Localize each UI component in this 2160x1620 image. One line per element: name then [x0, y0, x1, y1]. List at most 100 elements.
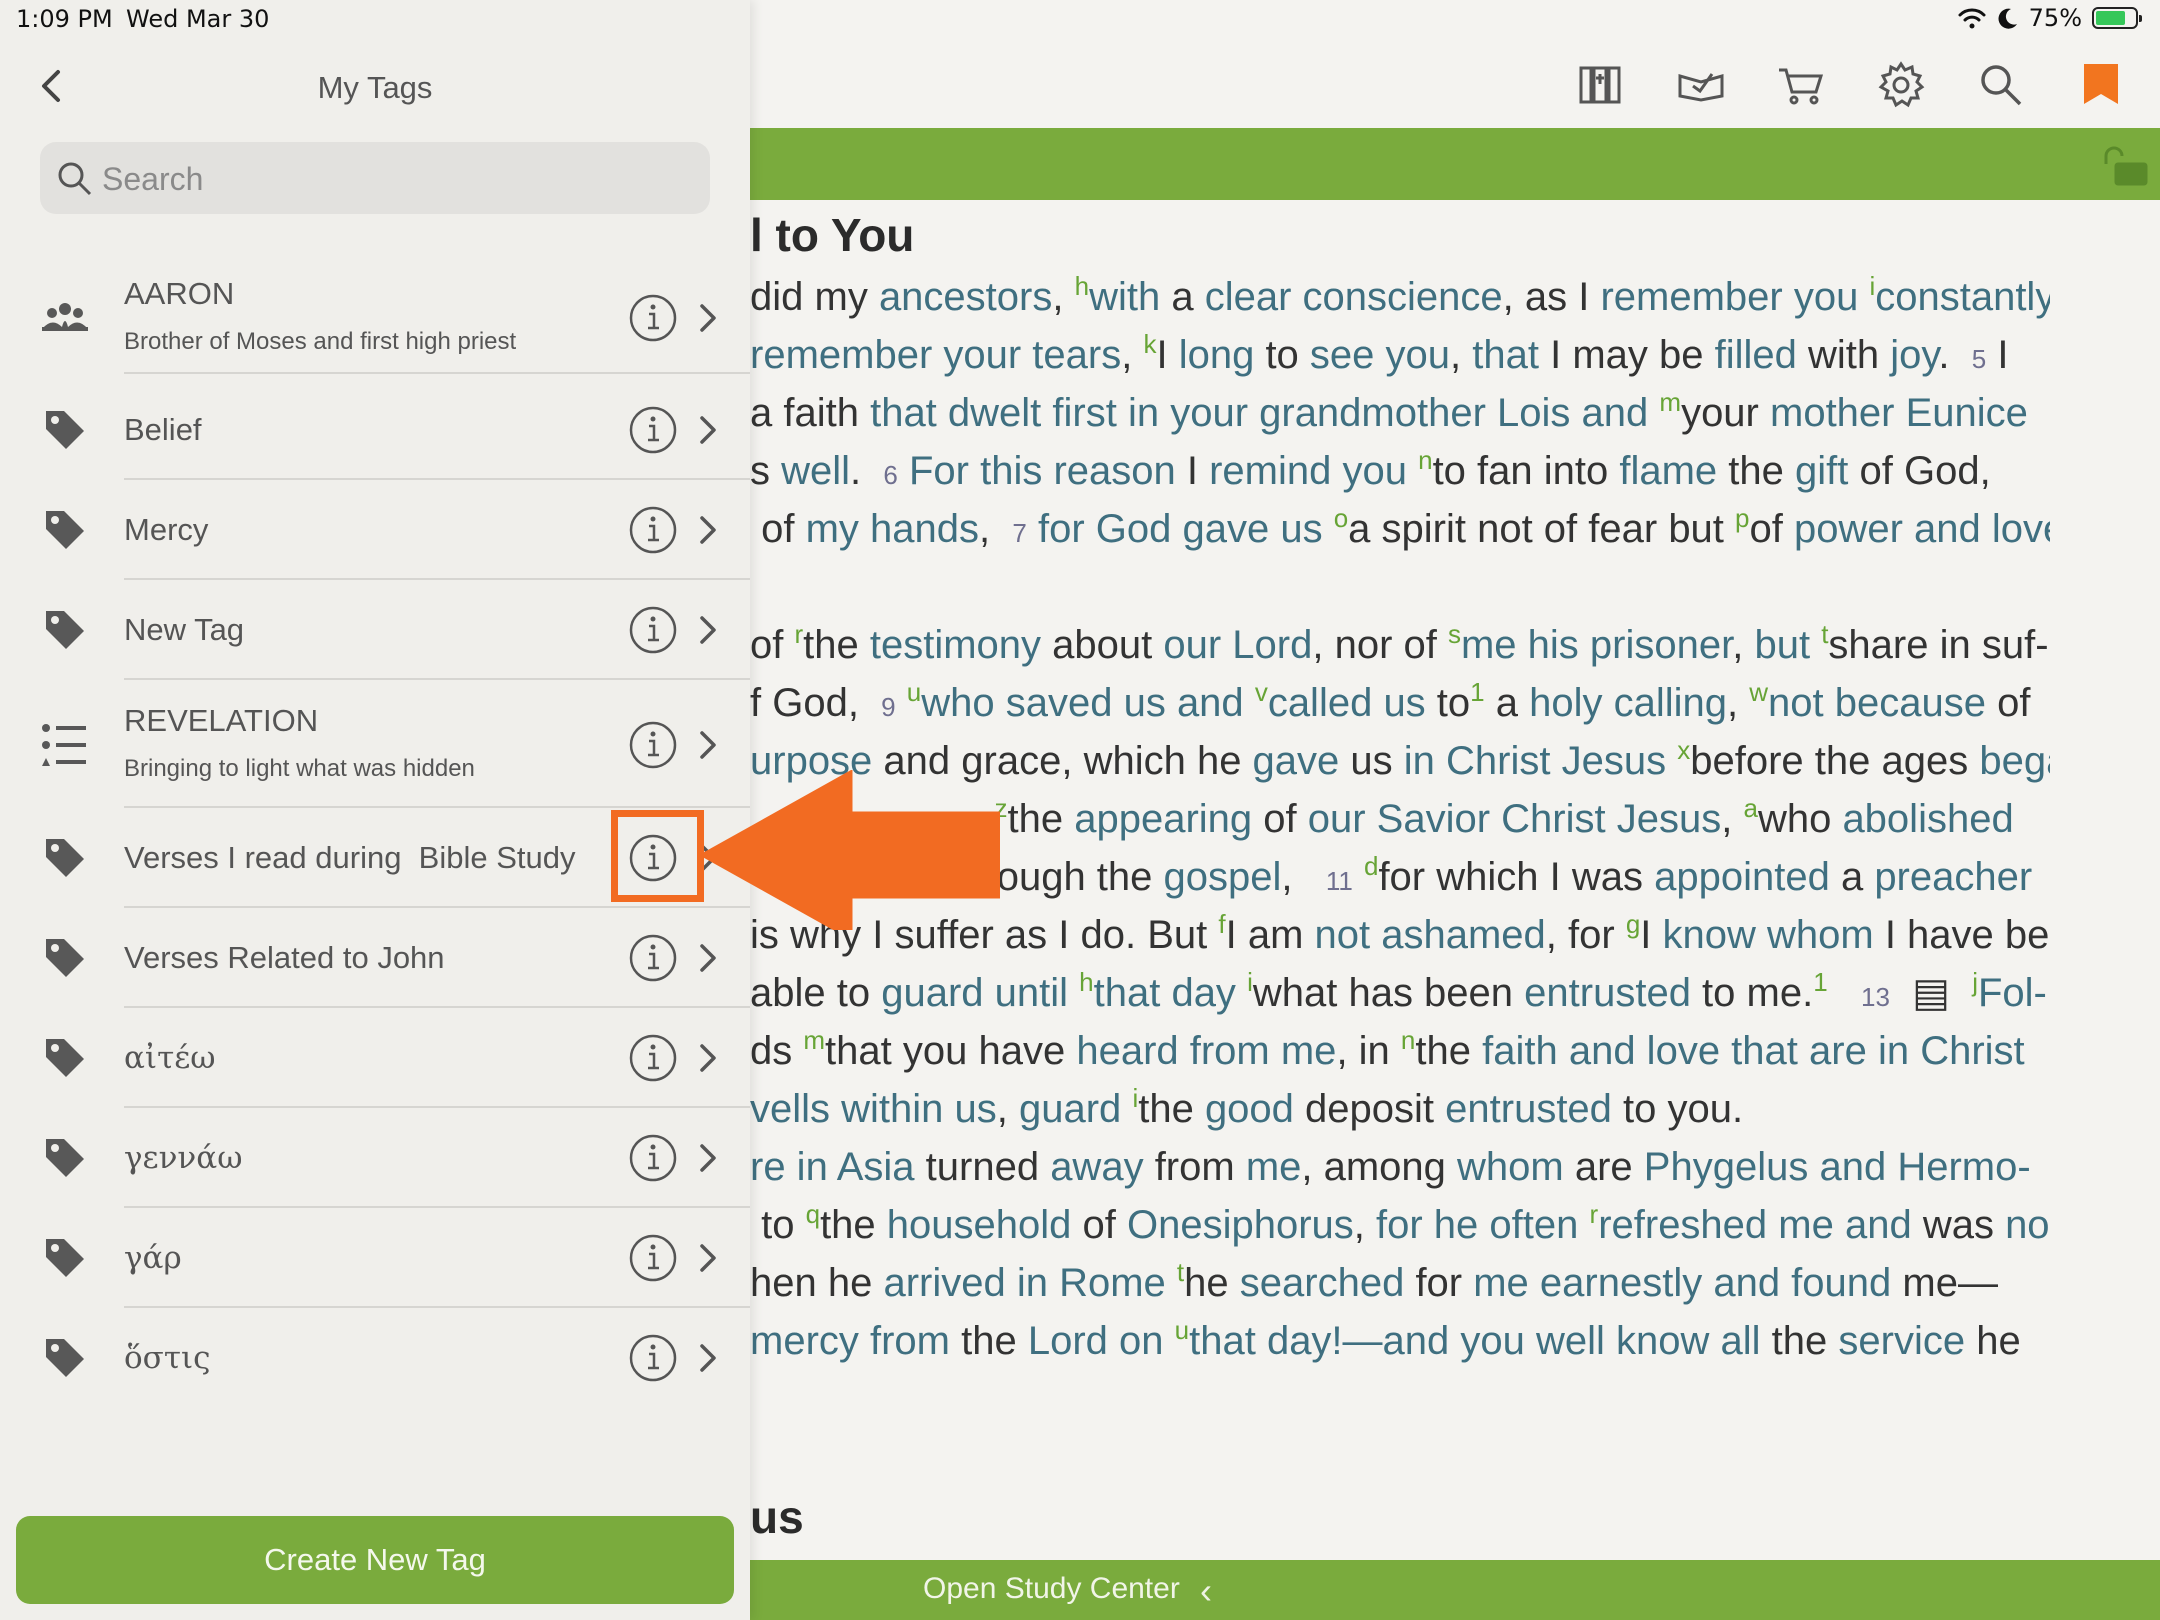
word-link[interactable]: for he often [1376, 1203, 1578, 1247]
chevron-right-icon[interactable] [696, 727, 720, 763]
word-link[interactable]: me earnestly and found [1473, 1261, 1891, 1305]
word-link[interactable]: not ashamed [1315, 913, 1546, 957]
word-link[interactable]: ancestors [879, 275, 1052, 319]
info-icon[interactable] [628, 1033, 678, 1083]
footnote-marker[interactable]: q [806, 1199, 820, 1229]
word-link[interactable]: not [2005, 1203, 2050, 1247]
footnote-marker[interactable]: m [803, 1025, 825, 1055]
word-link[interactable]: not because [1768, 681, 1986, 725]
word-link[interactable]: For this reason [909, 449, 1176, 493]
word-link[interactable]: remind you [1209, 449, 1407, 493]
footnote-marker[interactable]: g [1626, 909, 1640, 939]
word-link[interactable]: in Christ [1878, 1029, 2025, 1073]
word-link[interactable]: but [1754, 623, 1810, 667]
chevron-right-icon[interactable] [696, 512, 720, 548]
word-link[interactable]: that [1472, 333, 1539, 377]
tag-row[interactable]: Belief [0, 380, 750, 480]
footnote-marker[interactable]: w [1749, 677, 1768, 707]
info-icon[interactable] [628, 720, 678, 770]
word-link[interactable]: our Savior Christ Jesus [1308, 797, 1721, 841]
bookmark-icon[interactable] [2076, 60, 2126, 110]
tag-row[interactable]: γεννάω [0, 1108, 750, 1208]
word-link[interactable]: gift [1795, 449, 1848, 493]
chevron-right-icon[interactable] [696, 1040, 720, 1076]
word-link[interactable]: joy [1890, 333, 1938, 377]
chevron-right-icon[interactable] [696, 940, 720, 976]
footnote-marker[interactable]: k [1143, 329, 1156, 359]
footnote-marker[interactable]: p [1735, 503, 1749, 533]
word-link[interactable]: Fol- [1978, 971, 2047, 1015]
word-link[interactable]: know whom [1663, 913, 1874, 957]
word-link[interactable]: heard from me [1076, 1029, 1336, 1073]
tag-row[interactable]: Verses Related to John [0, 908, 750, 1008]
info-icon[interactable] [628, 505, 678, 555]
word-link[interactable]: re in Asia [750, 1145, 915, 1189]
word-link[interactable]: long [1179, 333, 1255, 377]
footnote-marker[interactable]: u [907, 677, 921, 707]
word-link[interactable]: guard until [881, 971, 1068, 1015]
word-link[interactable]: entrusted [1445, 1087, 1612, 1131]
word-link[interactable]: holy calling [1529, 681, 1727, 725]
word-link[interactable]: Onesiphorus [1127, 1203, 1354, 1247]
tag-row[interactable]: Mercy [0, 480, 750, 580]
footnote-marker[interactable]: a [1743, 793, 1757, 823]
word-link[interactable]: abolished [1842, 797, 2013, 841]
word-link[interactable]: in Christ Jesus [1404, 739, 1666, 783]
word-link[interactable]: see you [1310, 333, 1450, 377]
footnote-marker[interactable]: o [1334, 503, 1348, 533]
tag-row[interactable]: γάρ [0, 1208, 750, 1308]
chevron-right-icon[interactable] [696, 1140, 720, 1176]
footnote-marker[interactable]: h [1075, 271, 1089, 301]
info-icon[interactable] [628, 933, 678, 983]
chevron-left-icon[interactable]: ‹ [1200, 1570, 1212, 1612]
create-new-tag-button[interactable]: Create New Tag [16, 1516, 734, 1604]
word-link[interactable]: our Lord [1163, 623, 1312, 667]
word-link[interactable]: me [1246, 1145, 1302, 1189]
word-link[interactable]: mother Eunice [1770, 391, 2028, 435]
footnote-marker[interactable]: s [1448, 619, 1461, 649]
footnote-marker[interactable]: v [1255, 677, 1268, 707]
word-link[interactable]: good [1205, 1087, 1294, 1131]
word-link[interactable]: household [887, 1203, 1072, 1247]
word-link[interactable]: appearing [1074, 797, 1252, 841]
footnote-marker[interactable]: 1 [1470, 677, 1484, 707]
word-link[interactable]: clear conscience [1205, 275, 1503, 319]
search-icon[interactable] [1976, 60, 2026, 110]
tag-row[interactable]: New Tag [0, 580, 750, 680]
tag-row[interactable]: ὅστις [0, 1308, 750, 1408]
word-link[interactable]: refreshed me and [1598, 1203, 1912, 1247]
chevron-right-icon[interactable] [696, 412, 720, 448]
word-link[interactable]: testimony [870, 623, 1041, 667]
word-link[interactable]: gospel [1164, 855, 1282, 899]
word-link[interactable]: power and love [1794, 507, 2050, 551]
library-icon[interactable] [1576, 60, 1626, 110]
word-link[interactable]: began [1979, 739, 2050, 783]
unlock-icon[interactable] [2100, 146, 2150, 186]
word-link[interactable]: me his prisoner [1461, 623, 1732, 667]
word-link[interactable]: with [1089, 275, 1160, 319]
tag-search-field[interactable] [40, 142, 710, 214]
word-link[interactable]: Phygelus and Hermo- [1644, 1145, 2031, 1189]
footnote-marker[interactable]: 1 [1813, 967, 1827, 997]
footnote-marker[interactable]: x [1677, 735, 1690, 765]
info-icon[interactable] [628, 293, 678, 343]
footnote-marker[interactable]: m [1659, 387, 1681, 417]
word-link[interactable]: filled [1715, 333, 1797, 377]
info-icon[interactable] [628, 605, 678, 655]
tag-row[interactable]: REVELATION Bringing to light what was hid… [0, 682, 750, 808]
search-input[interactable] [100, 156, 684, 202]
reading-plan-icon[interactable] [1676, 60, 1726, 110]
word-link[interactable]: faith and love that are [1482, 1029, 1867, 1073]
word-link[interactable]: remember your tears [750, 333, 1121, 377]
footnote-marker[interactable]: r [794, 619, 803, 649]
chevron-right-icon[interactable] [696, 300, 720, 336]
word-link[interactable]: service [1838, 1319, 1965, 1363]
word-link[interactable]: well [781, 449, 850, 493]
info-icon[interactable] [628, 405, 678, 455]
word-link[interactable]: mercy from [750, 1319, 950, 1363]
word-link[interactable]: constantly [1875, 275, 2050, 319]
tag-row[interactable]: αἰτέω [0, 1008, 750, 1108]
word-link[interactable]: entrusted [1524, 971, 1691, 1015]
word-link[interactable]: called us [1268, 681, 1426, 725]
settings-gear-icon[interactable] [1876, 60, 1926, 110]
